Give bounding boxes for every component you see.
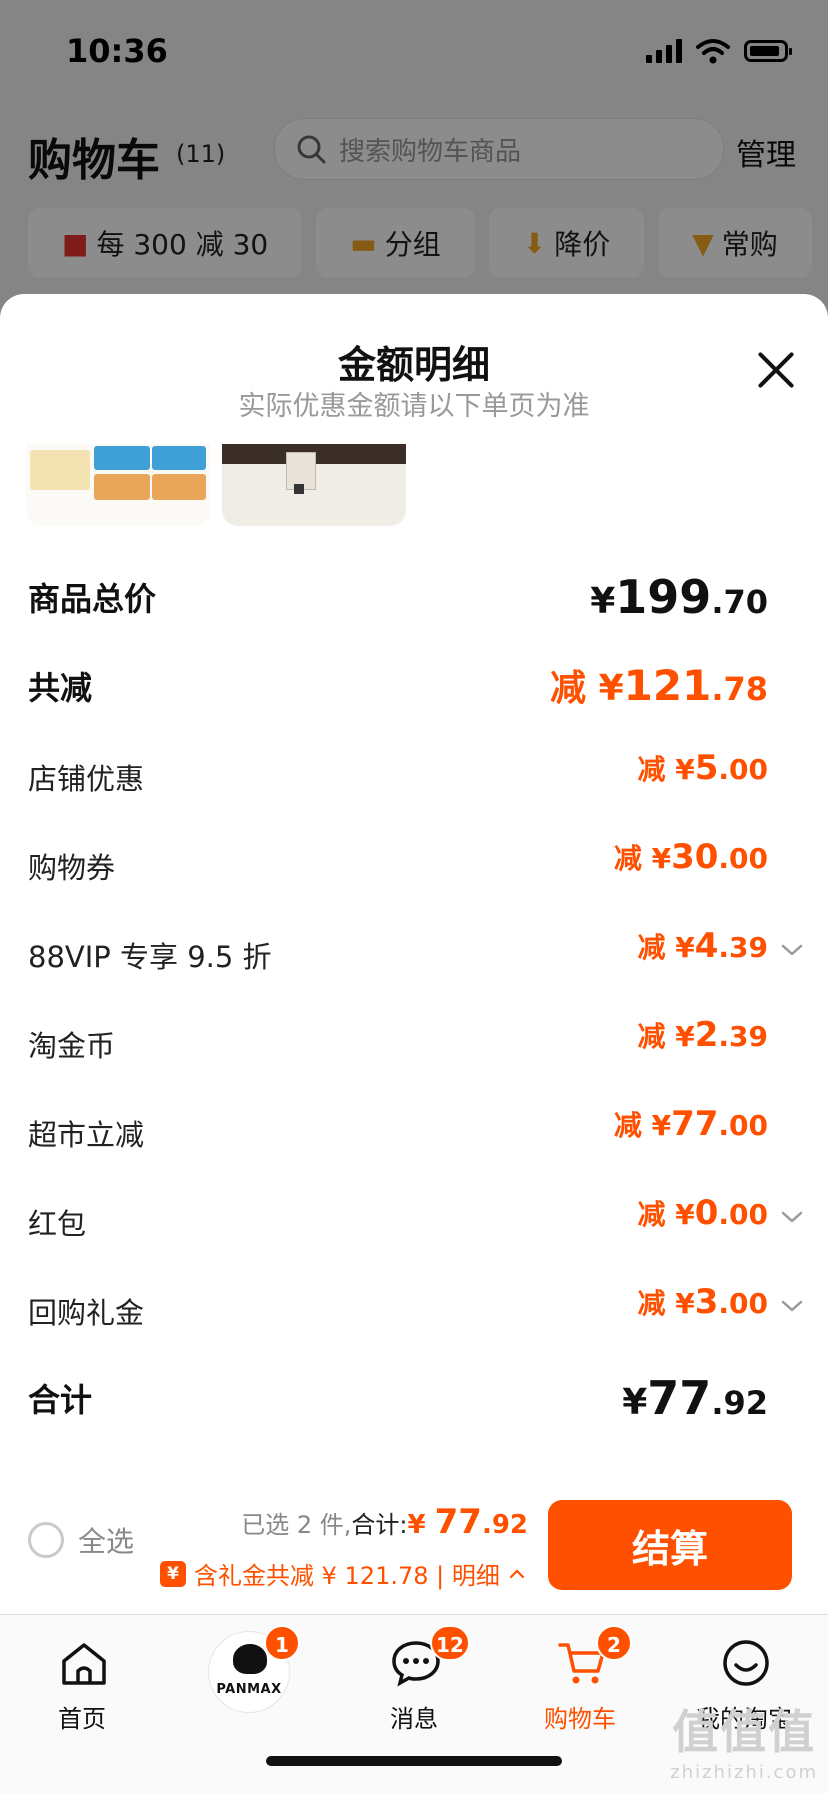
avatar-text: PANMAX <box>216 1682 282 1697</box>
row-label: 淘金币 <box>28 1029 116 1063</box>
product-thumbnail[interactable] <box>222 444 406 526</box>
row-value: 减 ¥77.00 <box>613 1104 768 1144</box>
chevron-up-icon <box>509 1568 524 1578</box>
discount-detail-link[interactable]: ¥ 含礼金共减 ¥ 121.78 | 明细 <box>160 1556 526 1591</box>
tab-label: 购物车 <box>544 1705 616 1733</box>
row-label: 共减 <box>28 669 93 707</box>
total-price: ¥ 77.92 <box>407 1502 528 1542</box>
row-store-discount: 店铺优惠 减 ¥5.00 <box>0 744 828 804</box>
row-label: 超市立减 <box>28 1118 145 1152</box>
profile-icon <box>723 1640 769 1686</box>
row-taojinbi: 淘金币 减 ¥2.39 <box>0 1011 828 1071</box>
avatar-face-icon <box>233 1644 267 1674</box>
tab-messages[interactable]: 消息 12 <box>344 1625 484 1735</box>
row-label: 商品总价 <box>28 580 157 618</box>
sheet-title: 金额明细 <box>337 343 490 387</box>
chevron-down-icon[interactable] <box>780 1294 804 1318</box>
tab-cart[interactable]: 购物车 2 <box>510 1625 650 1735</box>
row-repurchase-gift[interactable]: 回购礼金 减 ¥3.00 <box>0 1278 828 1338</box>
row-label: 购物券 <box>28 851 116 885</box>
checkout-bar: 全选 已选 2 件,合计:¥ 77.92 ¥ 含礼金共减 ¥ 121.78 | … <box>0 1480 828 1612</box>
row-total-discount: 共减 减 ¥121.78 <box>0 655 828 715</box>
sheet-subtitle: 实际优惠金额请以下单页为准 <box>238 391 590 422</box>
notification-badge: 2 <box>596 1625 632 1661</box>
row-coupon: 购物券 减 ¥30.00 <box>0 833 828 893</box>
tab-label: 消息 <box>390 1705 438 1733</box>
home-indicator <box>266 1756 562 1766</box>
notification-badge: 12 <box>430 1625 470 1661</box>
product-thumbnail[interactable] <box>26 444 210 526</box>
watermark-site: zhizhizhi.com <box>670 1762 818 1783</box>
row-vip-discount[interactable]: 88VIP 专享 9.5 折 减 ¥4.39 <box>0 922 828 982</box>
select-all-label: 全选 <box>78 1525 135 1558</box>
row-value: 减 ¥3.00 <box>637 1282 768 1322</box>
home-icon <box>62 1643 106 1685</box>
row-value: 减 ¥4.39 <box>637 926 768 966</box>
total-label: 合计: <box>351 1511 408 1539</box>
gift-money-icon: ¥ <box>160 1560 186 1587</box>
row-value: 减 ¥30.00 <box>613 837 768 877</box>
discount-detail-text: 含礼金共减 ¥ 121.78 | 明细 <box>194 1562 500 1590</box>
row-label: 店铺优惠 <box>28 762 145 796</box>
selected-count: 已选 2 件, <box>241 1511 352 1539</box>
close-button[interactable] <box>754 348 798 392</box>
row-value: 减 ¥121.78 <box>550 661 768 710</box>
row-label: 红包 <box>28 1207 87 1241</box>
row-red-packet[interactable]: 红包 减 ¥0.00 <box>0 1189 828 1249</box>
selected-summary: 已选 2 件,合计:¥ 77.92 <box>241 1502 528 1542</box>
amount-detail-sheet: 金额明细 实际优惠金额请以下单页为准 商品总价 ¥199.70 共减 减 ¥12… <box>0 294 828 1614</box>
row-grand-total: 合计 ¥77.92 <box>0 1367 828 1427</box>
product-thumbnails <box>26 444 406 526</box>
watermark-glyphs: 值值值 <box>672 1705 817 1759</box>
select-all-toggle[interactable]: 全选 <box>28 1520 134 1560</box>
row-label: 88VIP 专享 9.5 折 <box>28 940 272 974</box>
chevron-down-icon[interactable] <box>780 938 804 962</box>
row-label: 合计 <box>28 1381 93 1419</box>
chevron-down-icon[interactable] <box>780 1205 804 1229</box>
row-value: 减 ¥2.39 <box>637 1015 768 1055</box>
modal-overlay[interactable] <box>0 0 828 320</box>
row-value: ¥77.92 <box>622 1371 768 1425</box>
tab-avatar[interactable]: PANMAX 1 <box>178 1625 318 1735</box>
row-supermarket-discount: 超市立减 减 ¥77.00 <box>0 1100 828 1160</box>
watermark: 值值值 zhizhizhi.com <box>670 1696 818 1783</box>
row-label: 回购礼金 <box>28 1296 145 1330</box>
notification-badge: 1 <box>264 1625 300 1661</box>
tab-label: 首页 <box>58 1705 106 1733</box>
row-value: 减 ¥0.00 <box>637 1193 768 1233</box>
select-all-radio[interactable] <box>28 1522 64 1558</box>
row-total-price: 商品总价 ¥199.70 <box>0 566 828 626</box>
row-value: 减 ¥5.00 <box>637 748 768 788</box>
checkout-button[interactable]: 结算 <box>548 1500 792 1590</box>
row-value: ¥199.70 <box>590 570 768 624</box>
tab-home[interactable]: 首页 <box>12 1625 152 1735</box>
